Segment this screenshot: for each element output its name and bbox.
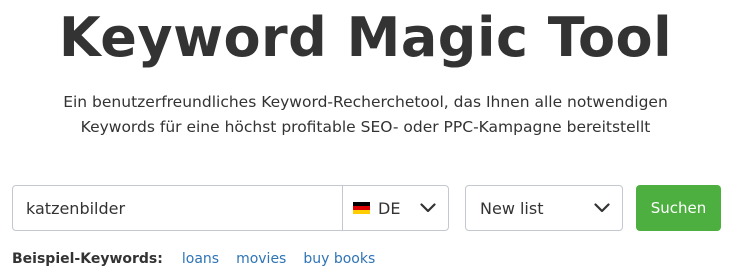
list-select-label: New list	[480, 198, 544, 218]
example-keyword-link-buy-books[interactable]: buy books	[303, 251, 375, 267]
keyword-search-input[interactable]	[13, 186, 342, 230]
germany-flag-icon	[353, 202, 370, 214]
chevron-down-icon	[594, 200, 610, 216]
search-box: DE	[12, 185, 449, 231]
database-select-label: DE	[378, 198, 401, 218]
database-select[interactable]: DE	[342, 186, 448, 230]
chevron-down-icon	[420, 200, 436, 216]
page-subtitle: Ein benutzerfreundliches Keyword-Recherc…	[0, 90, 731, 140]
search-button[interactable]: Suchen	[636, 185, 721, 231]
list-select[interactable]: New list	[465, 185, 623, 231]
keyword-magic-tool-page: Keyword Magic Tool Ein benutzerfreundlic…	[0, 0, 731, 280]
example-keyword-link-movies[interactable]: movies	[236, 251, 286, 267]
subtitle-line-1: Ein benutzerfreundliches Keyword-Recherc…	[63, 93, 668, 111]
page-title: Keyword Magic Tool	[58, 6, 673, 69]
example-keywords: Beispiel-Keywords: loans movies buy book…	[12, 249, 392, 269]
example-keywords-label: Beispiel-Keywords:	[12, 251, 163, 267]
example-keyword-link-loans[interactable]: loans	[182, 251, 219, 267]
subtitle-line-2: Keywords für eine höchst profitable SEO-…	[80, 118, 651, 136]
